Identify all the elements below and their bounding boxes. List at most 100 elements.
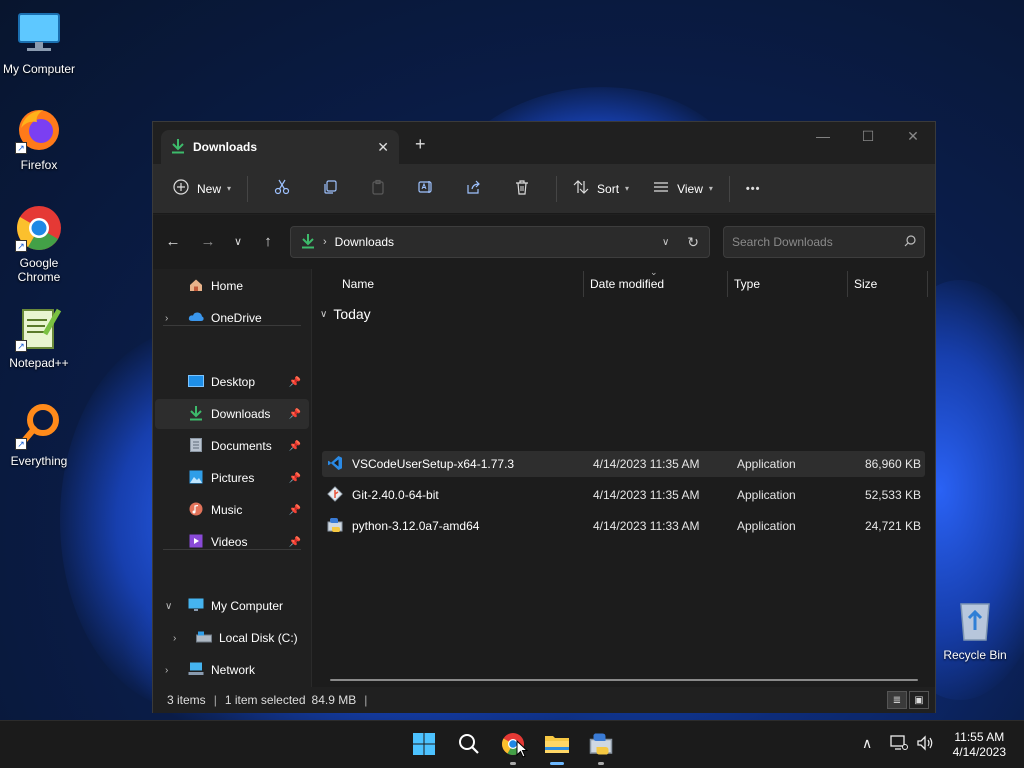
sidebar-item-label: Downloads [211, 407, 271, 421]
desktop-icon-my-computer[interactable]: My Computer [0, 10, 78, 76]
forward-button[interactable]: → [198, 233, 218, 250]
arrow-up-icon: ↑ [264, 233, 272, 250]
desktop-icon-label: Firefox [20, 158, 58, 172]
close-window-button[interactable]: ✕ [898, 128, 928, 145]
file-row[interactable]: Git-2.40.0-64-bit 4/14/2023 11:35 AM App… [322, 482, 925, 508]
show-hidden-icons-button[interactable]: ∧ [862, 735, 872, 752]
download-icon [187, 405, 205, 424]
chevron-right-icon[interactable]: › [165, 313, 179, 324]
sidebar-item-desktop[interactable]: Desktop 📌 [155, 367, 309, 397]
trash-icon [514, 179, 530, 198]
column-header-size[interactable]: Size [854, 277, 877, 291]
sidebar-item-network[interactable]: › Network [155, 655, 309, 685]
pin-icon[interactable]: 📌 [289, 473, 301, 484]
share-button[interactable] [450, 174, 498, 204]
tab-downloads[interactable]: Downloads ✕ [161, 130, 399, 164]
file-row[interactable]: VSCodeUserSetup-x64-1.77.3 4/14/2023 11:… [322, 451, 925, 477]
column-header-date[interactable]: Date modified [590, 277, 664, 291]
paste-button[interactable] [354, 174, 402, 204]
view-label: View [677, 181, 703, 196]
chevron-right-icon[interactable]: › [173, 633, 187, 644]
monitor-icon [15, 10, 63, 58]
clock[interactable]: 11:55 AM 4/14/2023 [953, 730, 1006, 760]
chevron-down-icon: ▾ [227, 184, 232, 193]
pin-icon[interactable]: 📌 [289, 409, 301, 420]
column-divider[interactable] [727, 271, 728, 297]
pin-icon[interactable]: 📌 [289, 537, 301, 548]
sidebar-item-home[interactable]: Home [155, 271, 309, 301]
pin-icon[interactable]: 📌 [289, 441, 301, 452]
desktop-icon-notepadpp[interactable]: ↗ Notepad++ [0, 304, 78, 370]
monitor-icon [187, 598, 205, 615]
sort-button[interactable]: Sort ▾ [567, 174, 635, 204]
sidebar-item-label: My Computer [211, 599, 284, 613]
pin-icon[interactable]: 📌 [289, 377, 301, 388]
desktop-icon-label: My Computer [2, 62, 76, 76]
new-tab-button[interactable]: + [415, 134, 426, 155]
column-divider[interactable] [847, 271, 848, 297]
file-size: 24,721 KB [864, 519, 921, 533]
column-divider[interactable] [927, 271, 928, 297]
up-button[interactable]: ↑ [258, 233, 278, 250]
chevron-right-icon[interactable]: › [165, 665, 179, 676]
desktop-icon-recycle-bin[interactable]: Recycle Bin [936, 596, 1014, 662]
desktop-icon-label: Recycle Bin [943, 648, 1007, 662]
sidebar-item-music[interactable]: Music 📌 [155, 495, 309, 525]
rename-button[interactable] [402, 174, 450, 204]
desktop-icon-firefox[interactable]: ↗ Firefox [0, 106, 78, 172]
chevron-down-icon[interactable]: ∨ [165, 601, 179, 612]
network-status-icon[interactable] [890, 735, 908, 754]
sidebar-item-my-computer[interactable]: ∨ My Computer [155, 591, 309, 621]
sidebar-divider [163, 325, 301, 326]
sidebar-item-onedrive[interactable]: › OneDrive [155, 303, 309, 333]
view-button[interactable]: View ▾ [647, 174, 719, 204]
file-date: 4/14/2023 11:33 AM [593, 519, 700, 533]
sidebar-item-local-disk[interactable]: › Local Disk (C:) [163, 623, 309, 653]
details-view-button[interactable]: ≣ [887, 691, 907, 709]
address-dropdown-button[interactable]: ∨ [662, 237, 669, 248]
column-divider[interactable] [583, 271, 584, 297]
column-header-name[interactable]: Name [342, 277, 374, 291]
file-size: 86,960 KB [864, 457, 921, 471]
column-header-type[interactable]: Type [734, 277, 760, 291]
horizontal-scrollbar[interactable] [330, 679, 918, 681]
copy-button[interactable] [306, 174, 354, 204]
sidebar-item-downloads[interactable]: Downloads 📌 [155, 399, 309, 429]
selection-size: 84.9 MB [311, 693, 357, 707]
desktop-icon-label: Google Chrome [17, 256, 61, 284]
sidebar-item-label: OneDrive [211, 311, 262, 325]
recent-locations-button[interactable]: ∨ [228, 235, 248, 248]
search-button[interactable] [455, 731, 483, 759]
more-options-button[interactable]: ••• [740, 174, 767, 204]
chevron-down-icon: ∨ [233, 236, 243, 248]
search-input[interactable] [732, 235, 904, 249]
sidebar-item-documents[interactable]: Documents 📌 [155, 431, 309, 461]
volume-icon[interactable] [916, 735, 934, 754]
pin-icon[interactable]: 📌 [289, 505, 301, 516]
tiles-view-button[interactable]: ▣ [909, 691, 929, 709]
python-installer-icon [589, 732, 613, 759]
back-button[interactable]: ← [163, 233, 183, 250]
search-box[interactable] [723, 226, 925, 258]
maximize-button[interactable]: ☐ [853, 128, 883, 145]
sidebar-item-pictures[interactable]: Pictures 📌 [155, 463, 309, 493]
desktop-icon-chrome[interactable]: ↗ Google Chrome [0, 204, 78, 284]
group-header-today[interactable]: ∨ Today [320, 306, 371, 322]
start-button[interactable] [410, 731, 438, 759]
refresh-button[interactable]: ↻ [687, 234, 699, 251]
desktop-icon-everything[interactable]: ↗ Everything [0, 402, 78, 468]
desktop-folder-icon [187, 374, 205, 390]
arrow-right-icon: → [200, 233, 216, 250]
file-row[interactable]: python-3.12.0a7-amd64 4/14/2023 11:33 AM… [322, 513, 925, 539]
minimize-button[interactable]: — [808, 128, 838, 144]
taskbar-file-explorer[interactable] [543, 731, 571, 765]
taskbar-python-installer[interactable] [587, 731, 615, 765]
file-name: Git-2.40.0-64-bit [352, 488, 439, 502]
breadcrumb-downloads[interactable]: Downloads [335, 235, 662, 249]
cut-button[interactable] [258, 174, 306, 204]
address-bar[interactable]: › Downloads ∨ ↻ [290, 226, 710, 258]
delete-button[interactable] [498, 174, 546, 204]
new-button[interactable]: New ▾ [167, 174, 237, 204]
tab-close-button[interactable]: ✕ [377, 139, 389, 156]
sidebar-item-videos[interactable]: Videos 📌 [155, 527, 309, 557]
